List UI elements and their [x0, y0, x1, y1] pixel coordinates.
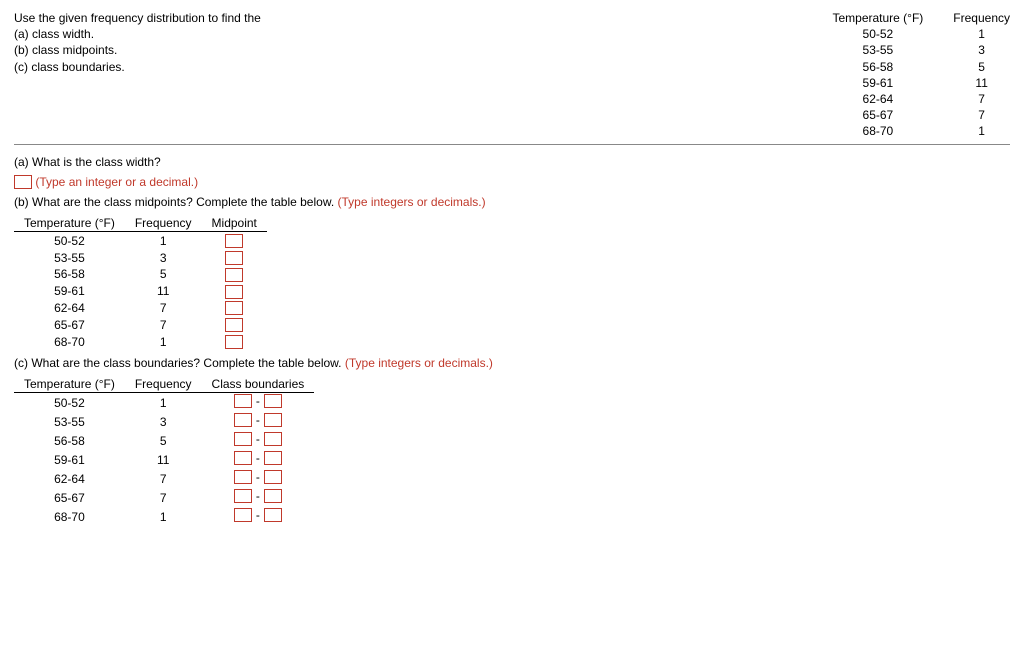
- table-row: 59-6111-: [14, 450, 314, 469]
- instr-b: (Type integers or decimals.): [338, 195, 486, 209]
- header-freq-c: Frequency: [125, 376, 202, 393]
- table-row: 56-585: [14, 266, 267, 283]
- ref-freq-1: 3: [953, 42, 1010, 58]
- ref-temp-6: 68-70: [832, 123, 923, 139]
- midpoint-input-3[interactable]: [225, 285, 243, 299]
- boundary-upper-3[interactable]: [264, 451, 282, 465]
- table-row: 68-701: [14, 333, 267, 350]
- prompt-b: (b) class midpoints.: [14, 42, 261, 58]
- table-row: 68-701-: [14, 507, 314, 526]
- table-row: 59-6111: [14, 283, 267, 300]
- table-header-row: Temperature (°F) Frequency Midpoint: [14, 215, 267, 232]
- table-row: 65-677: [14, 316, 267, 333]
- header-bnd-c: Class boundaries: [202, 376, 315, 393]
- class-width-input[interactable]: [14, 175, 32, 189]
- ref-temp-5: 65-67: [832, 107, 923, 123]
- ref-freq-5: 7: [953, 107, 1010, 123]
- ref-freq-col: Frequency 1 3 5 11 7 7 1: [953, 10, 1010, 140]
- ref-temp-3: 59-61: [832, 75, 923, 91]
- table-row: 62-647: [14, 300, 267, 317]
- boundary-lower-4[interactable]: [234, 470, 252, 484]
- header-freq-b: Frequency: [125, 215, 202, 232]
- boundary-upper-1[interactable]: [264, 413, 282, 427]
- boundary-lower-5[interactable]: [234, 489, 252, 503]
- question-c: (c) What are the class boundaries? Compl…: [14, 356, 342, 370]
- ref-freq-0: 1: [953, 26, 1010, 42]
- boundary-upper-2[interactable]: [264, 432, 282, 446]
- header-temp-c: Temperature (°F): [14, 376, 125, 393]
- boundary-table: Temperature (°F) Frequency Class boundar…: [14, 376, 314, 526]
- midpoint-table: Temperature (°F) Frequency Midpoint 50-5…: [14, 215, 267, 350]
- header-mid-b: Midpoint: [202, 215, 267, 232]
- ref-freq-2: 5: [953, 59, 1010, 75]
- midpoint-input-1[interactable]: [225, 251, 243, 265]
- boundary-upper-0[interactable]: [264, 394, 282, 408]
- question-b: (b) What are the class midpoints? Comple…: [14, 195, 334, 209]
- ref-temp-col: Temperature (°F) 50-52 53-55 56-58 59-61…: [832, 10, 923, 140]
- instr-c: (Type integers or decimals.): [345, 356, 493, 370]
- ref-freq-header: Frequency: [953, 10, 1010, 26]
- question-a: (a) What is the class width?: [14, 155, 1010, 169]
- midpoint-input-4[interactable]: [225, 301, 243, 315]
- question-b-row: (b) What are the class midpoints? Comple…: [14, 195, 1010, 209]
- question-c-row: (c) What are the class boundaries? Compl…: [14, 356, 1010, 370]
- boundary-lower-1[interactable]: [234, 413, 252, 427]
- boundary-lower-0[interactable]: [234, 394, 252, 408]
- boundary-upper-4[interactable]: [264, 470, 282, 484]
- header-temp-b: Temperature (°F): [14, 215, 125, 232]
- ref-freq-6: 1: [953, 123, 1010, 139]
- midpoint-input-2[interactable]: [225, 268, 243, 282]
- instr-a: (Type an integer or a decimal.): [35, 175, 198, 189]
- ref-temp-0: 50-52: [832, 26, 923, 42]
- table-row: 50-521-: [14, 393, 314, 413]
- answer-a-row: (Type an integer or a decimal.): [14, 175, 1010, 190]
- midpoint-input-0[interactable]: [225, 234, 243, 248]
- boundary-upper-6[interactable]: [264, 508, 282, 522]
- table-row: 50-521: [14, 232, 267, 249]
- midpoint-input-6[interactable]: [225, 335, 243, 349]
- ref-freq-4: 7: [953, 91, 1010, 107]
- table-header-row: Temperature (°F) Frequency Class boundar…: [14, 376, 314, 393]
- prompt-c: (c) class boundaries.: [14, 59, 261, 75]
- table-row: 53-553-: [14, 412, 314, 431]
- ref-temp-2: 56-58: [832, 59, 923, 75]
- boundary-lower-3[interactable]: [234, 451, 252, 465]
- ref-freq-3: 11: [953, 75, 1010, 91]
- boundary-lower-2[interactable]: [234, 432, 252, 446]
- boundary-lower-6[interactable]: [234, 508, 252, 522]
- ref-temp-header: Temperature (°F): [832, 10, 923, 26]
- reference-table: Temperature (°F) 50-52 53-55 56-58 59-61…: [832, 10, 1010, 140]
- midpoint-input-5[interactable]: [225, 318, 243, 332]
- prompt-intro: Use the given frequency distribution to …: [14, 10, 261, 26]
- prompt-a: (a) class width.: [14, 26, 261, 42]
- top-section: Use the given frequency distribution to …: [14, 10, 1010, 145]
- table-row: 53-553: [14, 249, 267, 266]
- boundary-upper-5[interactable]: [264, 489, 282, 503]
- ref-temp-1: 53-55: [832, 42, 923, 58]
- table-row: 56-585-: [14, 431, 314, 450]
- ref-temp-4: 62-64: [832, 91, 923, 107]
- table-row: 62-647-: [14, 469, 314, 488]
- table-row: 65-677-: [14, 488, 314, 507]
- prompt-text: Use the given frequency distribution to …: [14, 10, 261, 140]
